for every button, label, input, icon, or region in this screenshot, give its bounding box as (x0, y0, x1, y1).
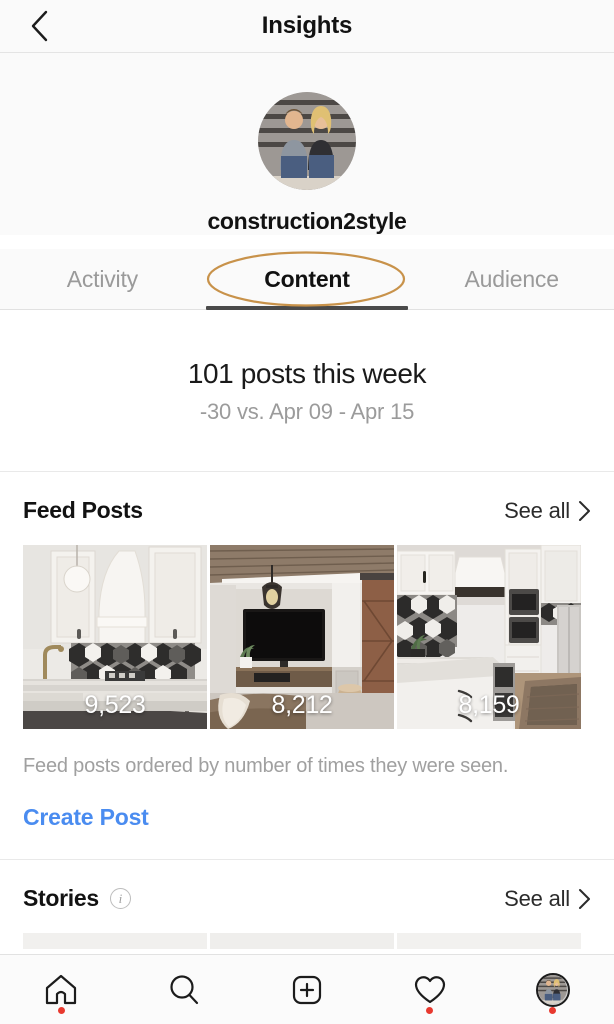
stories-grid (0, 933, 614, 949)
bottom-navigation (0, 954, 614, 1024)
heart-icon (414, 975, 445, 1003)
summary-subtitle: -30 vs. Apr 09 - Apr 15 (199, 399, 415, 424)
tab-content-label: Content (264, 265, 350, 292)
nav-activity[interactable] (368, 955, 491, 1024)
stories-see-all-label: See all (504, 885, 570, 911)
feed-posts-header: Feed Posts See all (23, 472, 591, 545)
profile-username: construction2style (207, 208, 407, 234)
feed-posts-title: Feed Posts (23, 497, 143, 523)
profile-block: construction2style (0, 53, 614, 235)
feed-posts-section: Feed Posts See all 9,523 8,212 8,159 Fee… (0, 472, 614, 859)
search-icon (170, 974, 199, 1004)
summary-section: 101 posts this week -30 vs. Apr 09 - Apr… (0, 310, 614, 472)
tab-activity-label: Activity (66, 265, 138, 292)
tab-audience[interactable]: Audience (409, 249, 614, 309)
feed-posts-grid: 9,523 8,212 8,159 (23, 545, 591, 729)
chevron-right-icon (579, 888, 590, 909)
info-icon[interactable]: i (109, 888, 131, 909)
create-post-link[interactable]: Create Post (23, 778, 591, 859)
avatar[interactable] (258, 92, 356, 190)
chevron-right-icon (579, 500, 590, 521)
nav-home[interactable] (0, 955, 123, 1024)
post-count: 9,523 (84, 691, 146, 719)
nav-search[interactable] (123, 955, 246, 1024)
summary-title: 101 posts this week (187, 358, 427, 389)
stories-section: Stories i See all (0, 860, 614, 933)
notification-dot (57, 1007, 65, 1014)
stories-header: Stories i See all (23, 860, 591, 933)
notification-dot (426, 1007, 434, 1014)
post-count: 8,159 (458, 691, 520, 719)
stories-title: Stories (23, 885, 99, 911)
insights-screen: Insights construction2style Activity Con… (0, 0, 614, 1024)
story-thumbnail[interactable] (23, 933, 207, 949)
nav-profile[interactable] (491, 955, 614, 1024)
feed-post-thumbnail[interactable]: 9,523 (23, 545, 207, 729)
app-header: Insights (0, 0, 614, 53)
tab-activity[interactable]: Activity (0, 249, 205, 309)
stories-see-all-button[interactable]: See all (504, 886, 591, 912)
chevron-left-icon (31, 10, 48, 42)
home-icon (46, 974, 77, 1004)
post-count: 8,212 (271, 691, 333, 719)
feed-posts-caption: Feed posts ordered by number of times th… (23, 755, 509, 777)
stories-title-wrap: Stories i (23, 885, 131, 912)
feed-posts-title-wrap: Feed Posts (23, 497, 143, 524)
insights-tabs: Activity Content Audience (0, 249, 614, 310)
feed-posts-see-all-button[interactable]: See all (504, 498, 591, 524)
nav-create[interactable] (246, 955, 369, 1024)
story-thumbnail[interactable] (397, 933, 581, 949)
back-button[interactable] (14, 0, 66, 52)
profile-avatar-icon (535, 972, 570, 1007)
feed-posts-see-all-label: See all (504, 497, 570, 523)
feed-post-thumbnail[interactable]: 8,212 (210, 545, 394, 729)
feed-post-thumbnail[interactable]: 8,159 (397, 545, 581, 729)
plus-square-icon (292, 975, 322, 1004)
profile-avatar-photo (258, 92, 356, 190)
tab-audience-label: Audience (464, 265, 560, 292)
tab-content[interactable]: Content (205, 249, 410, 310)
profile-avatar-photo-small (537, 974, 567, 1004)
page-title: Insights (261, 12, 353, 39)
notification-dot (549, 1007, 557, 1014)
story-thumbnail[interactable] (210, 933, 394, 949)
